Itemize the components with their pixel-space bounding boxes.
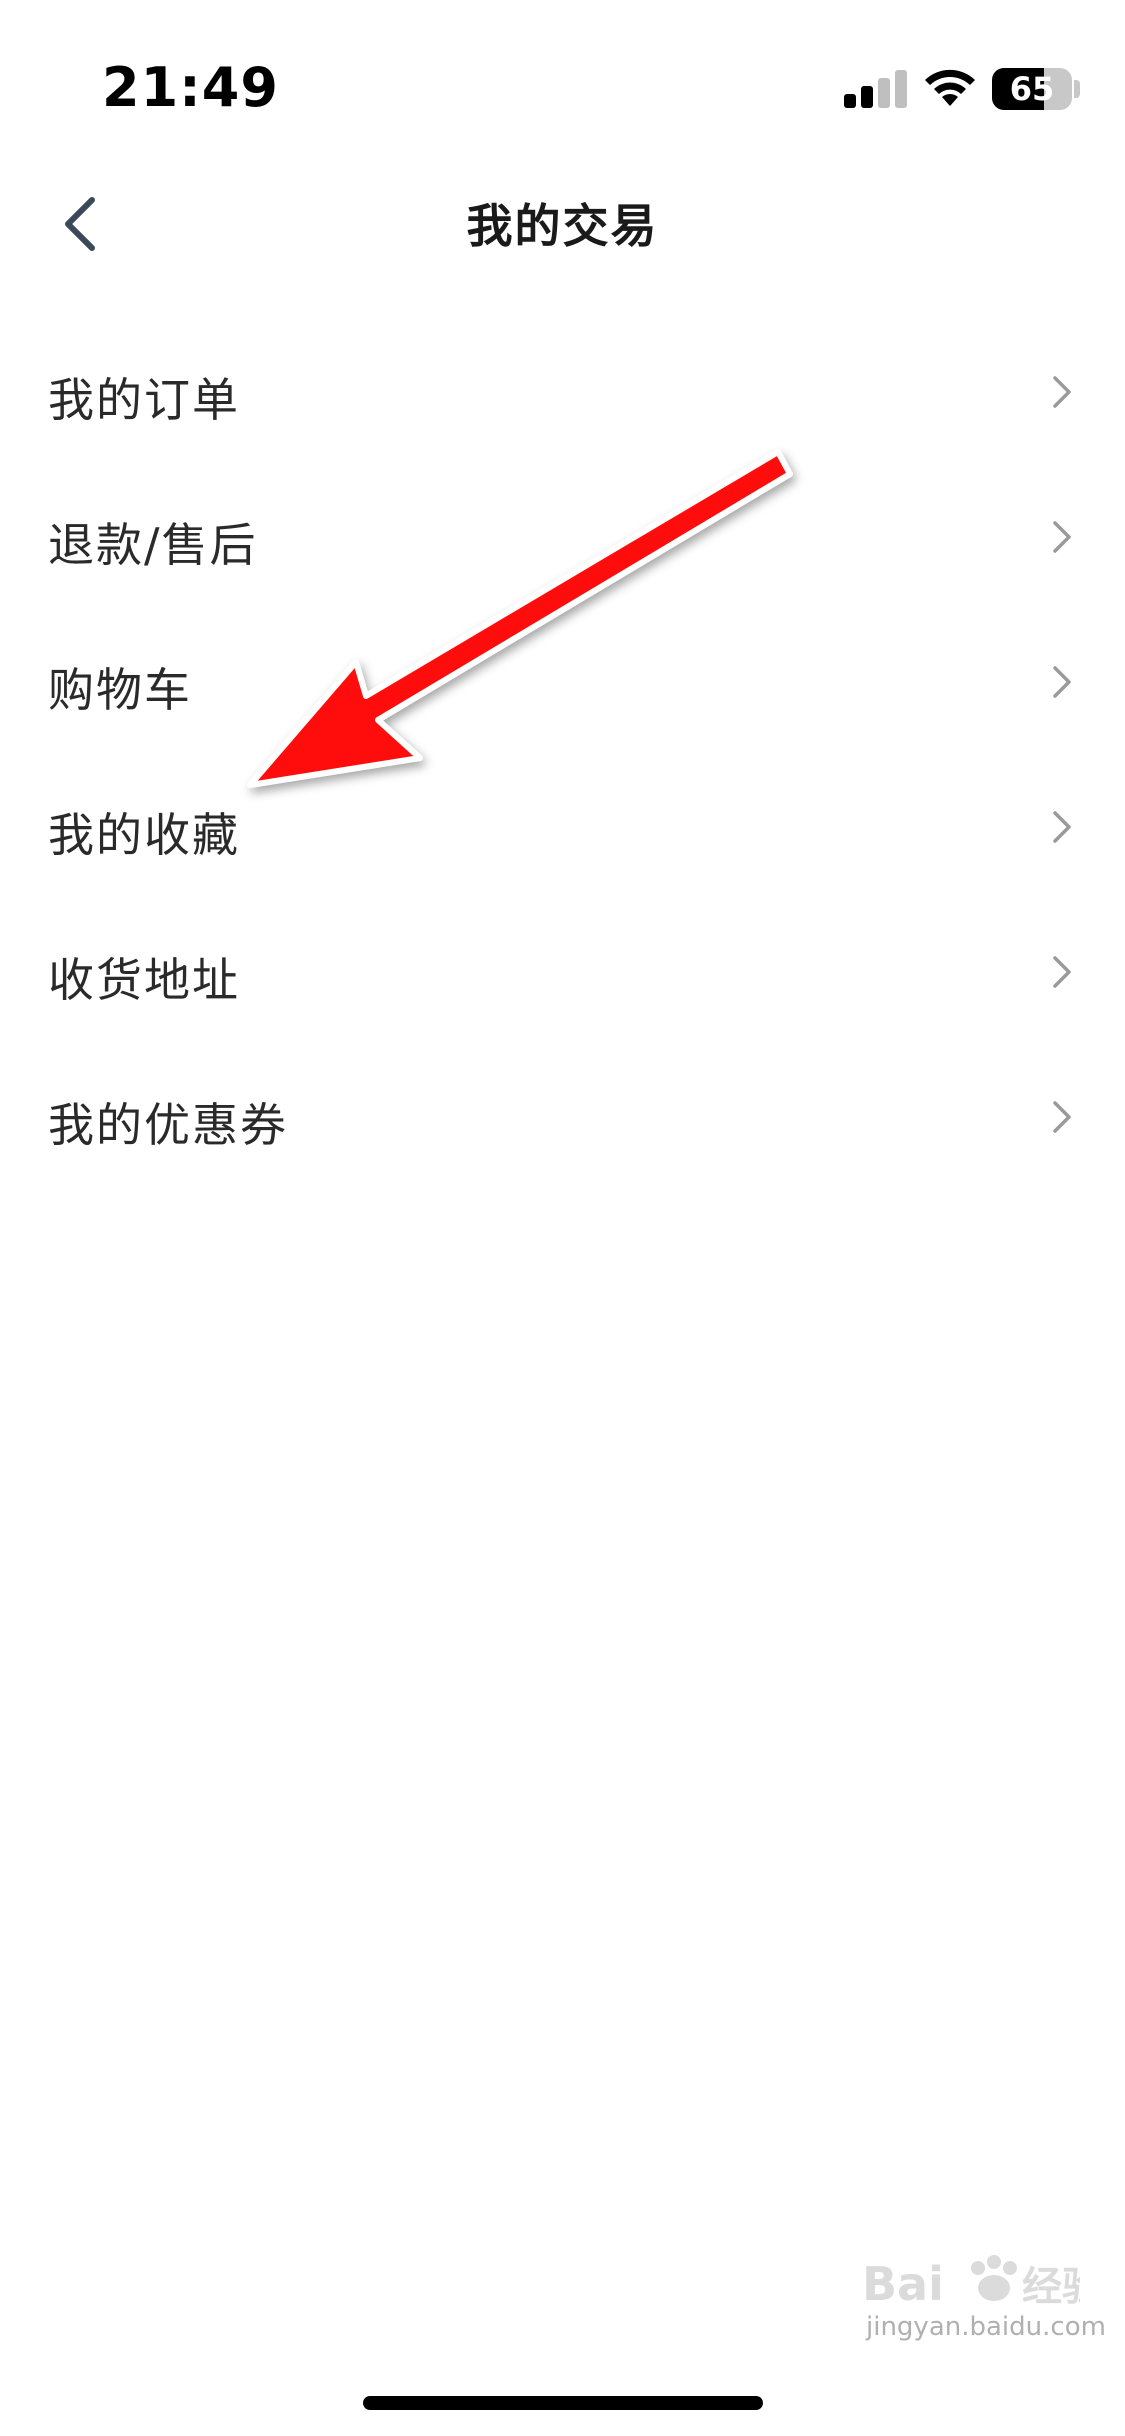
battery-cap xyxy=(1074,80,1080,98)
chevron-right-icon xyxy=(1053,1101,1071,1133)
home-indicator[interactable] xyxy=(363,2396,763,2410)
menu-item-label: 购物车 xyxy=(48,663,192,717)
menu-item-label: 我的订单 xyxy=(48,373,240,427)
page-title: 我的交易 xyxy=(466,199,659,253)
wifi-icon xyxy=(925,69,975,106)
menu-item-label: 我的优惠券 xyxy=(48,1098,288,1152)
chevron-right-icon xyxy=(1053,376,1071,408)
battery-icon: 65 xyxy=(992,68,1072,110)
annotation-arrow-icon xyxy=(247,449,793,788)
nav-bar: 我的交易 xyxy=(0,170,1125,280)
menu-item-shipping-address[interactable]: 收货地址 xyxy=(0,900,1125,1045)
svg-text:Bai: Bai xyxy=(862,2257,944,2311)
menu-item-my-coupons[interactable]: 我的优惠券 xyxy=(0,1045,1125,1190)
chevron-right-icon xyxy=(1053,811,1071,843)
menu-item-label: 退款/售后 xyxy=(48,518,258,572)
menu-item-label: 收货地址 xyxy=(48,953,240,1007)
chevron-right-icon xyxy=(1053,666,1071,698)
status-time: 21:49 xyxy=(102,56,279,119)
cellular-signal-icon xyxy=(844,70,908,108)
svg-text:经验: 经验 xyxy=(1022,2264,1080,2310)
status-bar: 21:49 65 xyxy=(0,0,1125,170)
battery-percent: 65 xyxy=(1009,70,1055,108)
chevron-right-icon xyxy=(1053,956,1071,988)
menu-item-label: 我的收藏 xyxy=(48,808,240,862)
chevron-right-icon xyxy=(1053,521,1071,553)
watermark-text: jingyan.baidu.com xyxy=(866,2312,1106,2342)
